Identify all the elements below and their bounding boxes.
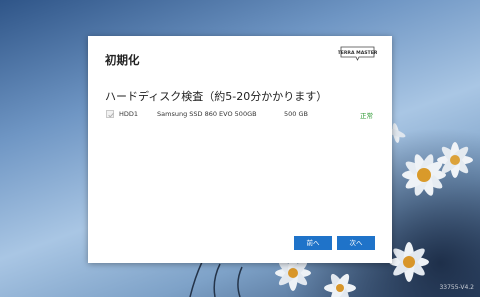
dialog-title: 初期化 [105,53,140,67]
disk-model: Samsung SSD 860 EVO 500GB [157,110,257,118]
disk-row: HDD1 Samsung SSD 860 EVO 500GB 500 GB 正常 [106,108,376,122]
disk-check-heading: ハードディスク検査（約5-20分かかります） [105,90,328,103]
disk-size: 500 GB [284,110,308,118]
next-button[interactable]: 次へ [337,236,375,250]
previous-button[interactable]: 前へ [294,236,332,250]
disk-status: 正常 [360,112,373,120]
daisy-stems [189,262,243,297]
initialize-dialog: 初期化 TERRA MASTER ハードディスク検査（約5-20分かかります） … [88,36,392,263]
svg-text:TERRA MASTER: TERRA MASTER [338,50,377,56]
disk-checkbox[interactable] [106,110,114,118]
version-label: 33755-V4.2 [439,284,474,291]
daisy-flower [437,142,473,178]
terramaster-logo: TERRA MASTER [338,46,377,61]
checkmark-icon [108,112,114,118]
disk-name: HDD1 [119,110,139,118]
daisy-flower [324,273,356,297]
